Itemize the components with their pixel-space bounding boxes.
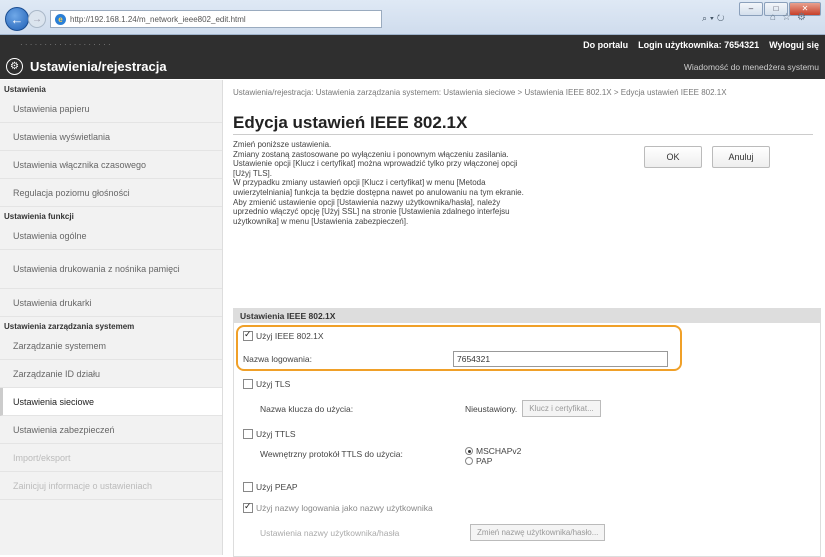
use-ttls-checkbox[interactable] [243,429,253,439]
sidebar: Ustawienia Ustawienia papieru Ustawienia… [0,80,223,555]
sidebar-section-head: Ustawienia zarządzania systemem [4,322,135,331]
pap-radio[interactable] [465,457,473,465]
ttls-protocol-label: Wewnętrzny protokół TTLS do użycia: [260,449,403,459]
mschapv2-radio[interactable] [465,447,473,455]
key-cert-button[interactable]: Klucz i certyfikat... [522,400,601,417]
app-header: · · · · · · · · · · · · · · · · · · · Do… [0,35,825,79]
sidebar-item-import-export[interactable]: Import/eksport [0,444,222,472]
change-user-pass-button[interactable]: Zmień nazwę użytkownika/hasło... [470,524,606,541]
pap-label: PAP [476,456,493,466]
address-bar[interactable]: e http://192.168.1.24/m_network_ieee802_… [50,10,382,28]
browser-actions[interactable]: ⌂☆⚙ [770,12,812,23]
sidebar-item-department-id[interactable]: Zarządzanie ID działu [0,360,222,388]
star-icon[interactable]: ☆ [782,12,797,23]
use-tls-row: Użyj TLS [243,379,290,389]
description-line: Ustawienie opcji [Klucz i certyfikat] mo… [233,159,518,169]
panel-title: Ustawienia IEEE 802.1X [234,309,820,323]
description: Zmień poniższe ustawienia. Zmiany zostan… [233,140,653,226]
admin-message-link[interactable]: Wiadomość do menedżera systemu [684,62,819,72]
key-name-value: Nieustawiony. [465,403,518,414]
refresh-icon[interactable]: ↻ [717,13,728,23]
url-text: http://192.168.1.24/m_network_ieee802_ed… [70,14,246,24]
use-peap-checkbox[interactable] [243,482,253,492]
ie-page-icon: e [55,13,66,25]
sidebar-item-printer[interactable]: Ustawienia drukarki [0,289,222,317]
arrow-left-icon: ← [10,11,24,27]
user-pass-label: Ustawienia nazwy użytkownika/hasła [260,527,400,538]
use-ttls-row: Użyj TTLS [243,429,296,439]
ttls-opt2-row: PAP [465,456,492,466]
login-label: Login użytkownika: [638,40,722,50]
sidebar-item-paper[interactable]: Ustawienia papieru [0,95,222,123]
sidebar-item-security[interactable]: Ustawienia zabezpieczeń [0,416,222,444]
use-tls-checkbox[interactable] [243,379,253,389]
header-links: Do portalu Login użytkownika: 7654321 Wy… [583,40,819,50]
breadcrumb: Ustawienia/rejestracja: Ustawienia zarzą… [233,88,727,97]
gear-icon[interactable]: ⚙ [797,12,812,23]
key-name-label: Nazwa klucza do użycia: [260,403,354,414]
key-name-row: Nazwa klucza do użycia: Nieustawiony. Kl… [260,400,601,417]
sidebar-item-volume[interactable]: Regulacja poziomu głośności [0,179,222,207]
mschapv2-label: MSCHAPv2 [476,446,522,456]
use-login-as-user-row: Użyj nazwy logowania jako nazwy użytkown… [243,501,433,513]
user-pass-row: Ustawienia nazwy użytkownika/hasła Zmień… [260,524,606,541]
highlight-box [236,325,682,371]
forward-button[interactable]: → [28,10,46,28]
sidebar-item-general[interactable]: Ustawienia ogólne [0,222,222,250]
sidebar-item-system-management[interactable]: Zarządzanie systemem [0,332,222,360]
use-login-as-user-checkbox[interactable] [243,501,253,513]
settings-gear-icon: ⚙ [6,58,23,75]
login-info: Login użytkownika: 7654321 [638,40,759,50]
page-title: Edycja ustawień IEEE 802.1X [233,113,468,132]
description-line: Zmiany zostaną zastosowane po wyłączeniu… [233,149,509,159]
dropdown-icon[interactable]: ▾ [710,13,717,23]
sidebar-item-display[interactable]: Ustawienia wyświetlania [0,123,222,151]
portal-link[interactable]: Do portalu [583,40,628,50]
title-divider [233,134,813,135]
description-line: Aby zmienić ustawienie opcji [Ustawienia… [233,197,501,207]
use-login-as-user-label: Użyj nazwy logowania jako nazwy użytkown… [256,503,433,513]
use-ttls-label: Użyj TTLS [256,429,296,439]
description-line: uprzednio włączyć opcję [Użyj SSL] na st… [233,207,510,217]
sidebar-item-initialize[interactable]: Zainicjuj informacje o ustawieniach [0,472,222,500]
description-line: [Użyj TLS]. [233,168,272,178]
arrow-right-icon: → [32,13,42,25]
sidebar-item-network[interactable]: Ustawienia sieciowe [0,388,222,416]
description-line: uwierzytelniania] funkcja ta będzie dost… [233,187,524,197]
login-value: 7654321 [724,40,760,50]
sidebar-section-head: Ustawienia [4,85,46,94]
logout-link[interactable]: Wyloguj się [769,40,819,50]
description-line: W przypadku zmiany ustawień opcji [Klucz… [233,178,486,188]
device-info: · · · · · · · · · · · · · · · · · · · [20,40,111,49]
address-tools[interactable]: ⌕▾↻ [702,13,727,24]
app-title: Ustawienia/rejestracja [30,59,167,74]
use-peap-label: Użyj PEAP [256,482,298,492]
sidebar-section-head: Ustawienia funkcji [4,212,74,221]
ttls-opt1-row: MSCHAPv2 [465,446,521,456]
use-peap-row: Użyj PEAP [243,482,298,492]
browser-toolbar: – □ ✕ ← → e http://192.168.1.24/m_networ… [0,0,825,35]
description-line: Zmień poniższe ustawienia. [233,140,332,149]
sidebar-item-timer[interactable]: Ustawienia włącznika czasowego [0,151,222,179]
use-tls-label: Użyj TLS [256,379,291,389]
description-line: użytkownika] w menu [Ustawienia zabezpie… [233,216,409,226]
sidebar-item-memory-print[interactable]: Ustawienia drukowania z nośnika pamięci [0,250,222,289]
ok-button[interactable]: OK [644,146,702,168]
search-icon[interactable]: ⌕ [702,13,710,23]
cancel-button[interactable]: Anuluj [712,146,770,168]
minimize-button[interactable]: – [739,2,763,16]
home-icon[interactable]: ⌂ [770,12,782,23]
back-button[interactable]: ← [5,7,29,31]
ttls-protocol-row: Wewnętrzny protokół TTLS do użycia: [260,449,465,459]
